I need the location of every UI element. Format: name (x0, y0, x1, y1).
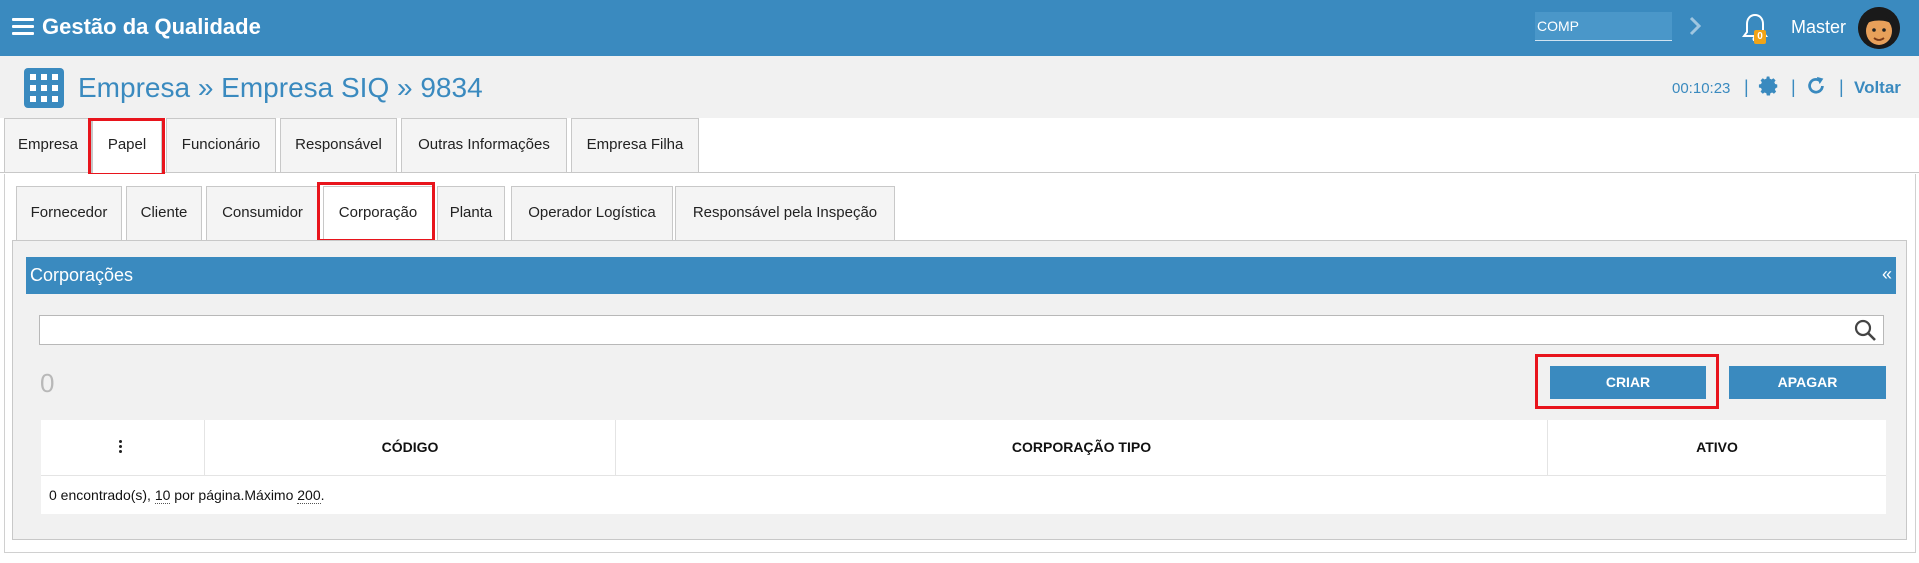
tab-cliente[interactable]: Cliente (126, 186, 202, 240)
tab-operador-logistica[interactable]: Operador Logística (511, 186, 673, 240)
separator: | (1791, 77, 1796, 97)
kebab-menu-icon[interactable] (119, 440, 123, 454)
per-page-selector[interactable]: 10 (154, 487, 171, 504)
tab-fornecedor[interactable]: Fornecedor (16, 186, 122, 240)
tab-empresa[interactable]: Empresa (4, 118, 92, 172)
company-input[interactable] (1535, 12, 1672, 41)
refresh-icon[interactable] (1805, 75, 1827, 97)
record-count: 0 (40, 368, 55, 398)
column-header-corporacao-tipo[interactable]: CORPORAÇÃO TIPO (616, 420, 1548, 475)
page-header: Empresa » Empresa SIQ » 9834 00:10:23 | … (0, 56, 1919, 118)
top-bar: Gestão da Qualidade 0 Master (0, 0, 1919, 56)
per-page-text: por página.Máximo (170, 487, 298, 503)
footer-end: . (320, 487, 325, 503)
user-name[interactable]: Master (1791, 17, 1846, 38)
tab-outras-informacoes[interactable]: Outras Informações (401, 118, 567, 172)
notification-badge: 0 (1754, 30, 1766, 44)
tab-funcionario[interactable]: Funcionário (166, 118, 276, 172)
back-link[interactable]: Voltar (1854, 78, 1901, 98)
separator: | (1744, 77, 1749, 97)
search-input[interactable] (39, 315, 1884, 345)
highlight-create-button (1535, 354, 1719, 409)
gear-icon[interactable] (1758, 75, 1780, 97)
column-header-codigo[interactable]: CÓDIGO (205, 420, 616, 475)
building-grid-icon (24, 68, 64, 108)
breadcrumb: Empresa » Empresa SIQ » 9834 (78, 72, 483, 103)
panel-header: Corporações « (26, 257, 1896, 294)
secondary-tab-bar: Fornecedor Cliente Consumidor Corporação… (0, 186, 1919, 242)
corporacoes-table: CÓDIGO CORPORAÇÃO TIPO ATIVO 0 encontrad… (41, 420, 1886, 514)
collapse-icon[interactable]: « (1882, 264, 1892, 285)
max-selector[interactable]: 200 (297, 487, 321, 504)
session-timer: 00:10:23 (1672, 80, 1731, 97)
highlight-corporacao-tab (317, 182, 435, 242)
user-avatar[interactable] (1858, 7, 1900, 49)
separator: | (1839, 77, 1844, 97)
primary-tab-bar: Empresa Papel Funcionário Responsável Ou… (0, 118, 1919, 174)
tab-empresa-filha[interactable]: Empresa Filha (571, 118, 699, 172)
tab-consumidor[interactable]: Consumidor (206, 186, 319, 240)
column-header-ativo[interactable]: ATIVO (1548, 420, 1886, 475)
highlight-papel-tab (88, 118, 165, 176)
table-footer: 0 encontrado(s), 10 por página.Máximo 20… (41, 475, 1886, 514)
app-title: Gestão da Qualidade (42, 14, 261, 39)
hamburger-menu-icon[interactable] (12, 18, 34, 36)
delete-button[interactable]: APAGAR (1729, 366, 1886, 399)
column-options-header[interactable] (41, 420, 205, 475)
search-icon[interactable] (1853, 318, 1877, 342)
panel-title: Corporações (30, 265, 134, 285)
tab-responsavel-pela-inspecao[interactable]: Responsável pela Inspeção (675, 186, 895, 240)
tab-planta[interactable]: Planta (437, 186, 505, 240)
tab-responsavel[interactable]: Responsável (280, 118, 397, 172)
found-text: 0 encontrado(s), (49, 487, 155, 503)
chevron-right-icon[interactable] (1683, 14, 1707, 38)
